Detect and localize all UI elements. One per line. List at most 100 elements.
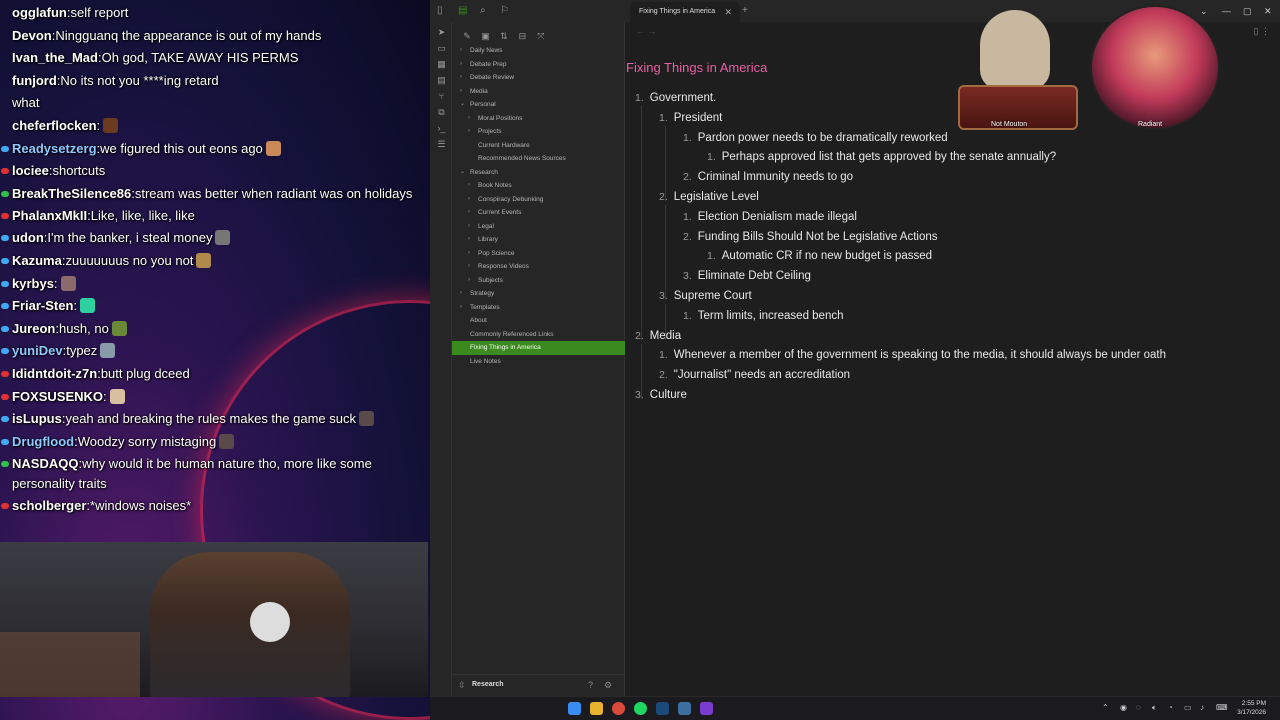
tray-overflow-icon[interactable]: ⌃ bbox=[1102, 703, 1109, 712]
note-item[interactable]: Fixing Things in America bbox=[452, 341, 625, 355]
outline-item[interactable]: 2. "Journalist" needs an accreditation bbox=[659, 367, 850, 383]
folder-item[interactable]: › Current Events bbox=[452, 206, 625, 220]
chevron-right-icon[interactable]: › bbox=[460, 85, 462, 99]
chevron-right-icon[interactable]: › bbox=[468, 233, 470, 247]
search-icon[interactable]: ⌕ bbox=[480, 4, 486, 18]
note-item[interactable]: About bbox=[452, 314, 625, 328]
note-item[interactable]: Current Hardware bbox=[452, 139, 625, 153]
open-quick-switcher-icon[interactable]: ➤ bbox=[436, 27, 447, 38]
new-folder-icon[interactable]: ▣ bbox=[478, 31, 492, 42]
close-all-icon[interactable]: ⤧ bbox=[534, 31, 548, 42]
chevron-right-icon[interactable]: › bbox=[468, 220, 470, 234]
folder-item[interactable]: › Pop Science bbox=[452, 247, 625, 261]
canvas-icon[interactable]: ▦ bbox=[436, 59, 447, 70]
obsidian-icon[interactable] bbox=[700, 702, 713, 715]
outline-item[interactable]: 1. Whenever a member of the government is… bbox=[659, 347, 1166, 363]
chevron-right-icon[interactable]: › bbox=[460, 44, 462, 58]
note-title[interactable]: Fixing Things in America bbox=[626, 60, 767, 75]
chevron-right-icon[interactable]: › bbox=[468, 112, 470, 126]
chevron-right-icon[interactable]: › bbox=[468, 260, 470, 274]
daily-note-icon[interactable]: ▤ bbox=[436, 75, 447, 86]
file-explorer-taskbar-icon[interactable] bbox=[590, 702, 603, 715]
folder-item[interactable]: › Daily News bbox=[452, 44, 625, 58]
outline-item[interactable]: 3. Eliminate Debt Ceiling bbox=[683, 268, 811, 284]
chevron-down-icon[interactable]: ⌄ bbox=[460, 98, 465, 112]
note-item[interactable]: Recommended News Sources bbox=[452, 152, 625, 166]
bookmark-icon[interactable]: ⚐ bbox=[500, 4, 509, 18]
discord-icon[interactable] bbox=[678, 702, 691, 715]
dropdown-icon[interactable]: ⌄ bbox=[1200, 4, 1208, 18]
folder-item[interactable]: › Media bbox=[452, 85, 625, 99]
collapse-all-icon[interactable]: ⊟ bbox=[515, 31, 529, 42]
chevron-right-icon[interactable]: › bbox=[468, 179, 470, 193]
outline-item[interactable]: 1. Pardon power needs to be dramatically … bbox=[683, 130, 948, 146]
folder-item[interactable]: › Book Notes bbox=[452, 179, 625, 193]
templates-icon[interactable]: ⑂ bbox=[436, 91, 447, 102]
speaker-icon[interactable]: ♪ bbox=[1200, 703, 1204, 712]
folder-item[interactable]: › Subjects bbox=[452, 274, 625, 288]
outline-icon[interactable]: ☰ bbox=[436, 139, 447, 150]
tray-app-icon[interactable]: ◉ bbox=[1120, 703, 1127, 712]
vault-switcher[interactable]: ⇳ Research ? ⚙ bbox=[452, 674, 625, 696]
note-item[interactable]: Live Notes bbox=[452, 355, 625, 369]
outline-item[interactable]: 2. Criminal Immunity needs to go bbox=[683, 169, 853, 185]
folder-item[interactable]: › Conspiracy Debunking bbox=[452, 193, 625, 207]
outline-item[interactable]: 2. Funding Bills Should Not be Legislativ… bbox=[683, 229, 938, 245]
folder-item[interactable]: › Response Videos bbox=[452, 260, 625, 274]
outline-item[interactable]: 1. Automatic CR if no new budget is passe… bbox=[707, 248, 932, 264]
outline-item[interactable]: 3. Supreme Court bbox=[659, 288, 752, 304]
folder-item[interactable]: ⌄ Personal bbox=[452, 98, 625, 112]
sidebar-toggle-icon[interactable]: ▯ bbox=[437, 4, 443, 18]
system-clock[interactable]: 2:55 PM 3/17/2026 bbox=[1237, 699, 1266, 717]
chrome-icon[interactable] bbox=[612, 702, 625, 715]
editor-pane[interactable]: ← → ▯ ⋮ Fixing Things in America 1. Govern… bbox=[626, 22, 1280, 696]
chevron-right-icon[interactable]: › bbox=[468, 274, 470, 288]
new-note-icon[interactable]: ✎ bbox=[460, 31, 474, 42]
outline-item[interactable]: 1. Government. bbox=[635, 90, 716, 106]
new-tab-icon[interactable]: + bbox=[742, 4, 748, 18]
folder-item[interactable]: › Projects bbox=[452, 125, 625, 139]
chevron-right-icon[interactable]: › bbox=[468, 193, 470, 207]
folder-item[interactable]: › Legal bbox=[452, 220, 625, 234]
folder-item[interactable]: › Debate Review bbox=[452, 71, 625, 85]
outline-item[interactable]: 1. President bbox=[659, 110, 722, 126]
chevron-right-icon[interactable]: › bbox=[460, 71, 462, 85]
close-tab-icon[interactable]: ✕ bbox=[724, 2, 732, 22]
outline-item[interactable]: 1. Perhaps approved list that gets approv… bbox=[707, 149, 1056, 165]
display-icon[interactable]: ▭ bbox=[1184, 703, 1192, 712]
folder-item[interactable]: › Moral Positions bbox=[452, 112, 625, 126]
folder-item[interactable]: › Debate Prep bbox=[452, 58, 625, 72]
files-icon[interactable]: ▤ bbox=[458, 4, 467, 18]
chevron-right-icon[interactable]: › bbox=[460, 301, 462, 315]
graph-view-icon[interactable]: ▭ bbox=[436, 43, 447, 54]
help-icon[interactable]: ? bbox=[588, 680, 593, 690]
network-icon[interactable]: ◌ bbox=[1136, 703, 1141, 712]
folder-item[interactable]: › Templates bbox=[452, 301, 625, 315]
keyboard-icon[interactable]: ⌨ bbox=[1216, 703, 1228, 712]
outline-item[interactable]: 1. Election Denialism made illegal bbox=[683, 209, 857, 225]
folder-item[interactable]: › Strategy bbox=[452, 287, 625, 301]
maximize-icon[interactable]: ▢ bbox=[1243, 4, 1252, 18]
sort-icon[interactable]: ⇅ bbox=[497, 31, 511, 42]
close-window-icon[interactable]: ✕ bbox=[1264, 4, 1272, 18]
note-body[interactable]: Fixing Things in America 1. Government. 1. P… bbox=[626, 22, 1280, 696]
command-palette-icon[interactable]: ⧉ bbox=[436, 107, 447, 118]
outline-item[interactable]: 3. Culture bbox=[635, 387, 687, 403]
tab-active-note[interactable]: Fixing Things in America ✕ bbox=[630, 2, 740, 22]
spotify-icon[interactable] bbox=[634, 702, 647, 715]
steam-icon[interactable] bbox=[656, 702, 669, 715]
volume-icon[interactable]: 🔈︎ bbox=[1152, 703, 1157, 713]
chevron-down-icon[interactable]: ⌄ bbox=[460, 166, 465, 180]
chevron-right-icon[interactable]: › bbox=[460, 287, 462, 301]
chevron-right-icon[interactable]: › bbox=[468, 125, 470, 139]
minimize-icon[interactable]: — bbox=[1222, 4, 1231, 18]
folder-item[interactable]: ⌄ Research bbox=[452, 166, 625, 180]
chevron-right-icon[interactable]: › bbox=[468, 247, 470, 261]
start-menu-icon[interactable] bbox=[568, 702, 581, 715]
outline-item[interactable]: 1. Term limits, increased bench bbox=[683, 308, 844, 324]
folder-item[interactable]: › Library bbox=[452, 233, 625, 247]
settings-gear-icon[interactable]: ⚙ bbox=[604, 680, 612, 691]
chevron-right-icon[interactable]: › bbox=[468, 206, 470, 220]
terminal-icon[interactable]: ›_ bbox=[436, 123, 447, 134]
chevron-right-icon[interactable]: › bbox=[460, 58, 462, 72]
